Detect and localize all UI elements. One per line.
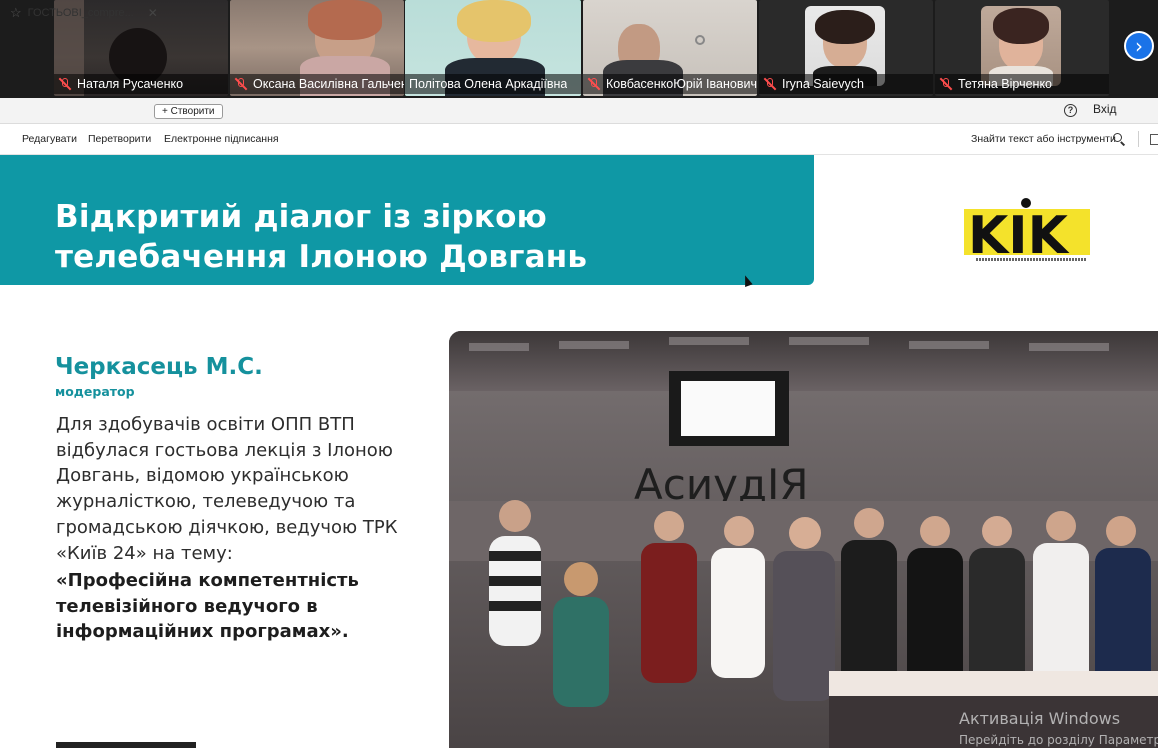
participant-name: Iryna Saievych: [782, 77, 864, 91]
toolbar-divider: [1138, 131, 1139, 147]
participant-name: КовбасенкоЮрій Іванович: [606, 77, 757, 91]
participant-name-bar: Тетяна Вірченко: [935, 74, 1109, 94]
author-role: модератор: [55, 384, 135, 399]
kik-logo: KIK: [964, 197, 1090, 267]
create-label: Створити: [170, 106, 215, 117]
close-icon[interactable]: ✕: [148, 6, 158, 20]
participant-name-bar: Оксана Василівна Гальченко: [230, 74, 404, 94]
participant-name: Тетяна Вірченко: [958, 77, 1053, 91]
page-title: Відкритий діалог із зіркою телебачення І…: [55, 197, 795, 277]
participant-tile-active[interactable]: Політова Олена Аркадіївна: [405, 0, 581, 96]
windows-activation-title: Активація Windows: [959, 709, 1121, 728]
find-tools-button[interactable]: Знайти текст або інструменти: [971, 133, 1116, 145]
video-strip: Наталя Русаченко Оксана Василівна Гальче…: [0, 0, 1158, 98]
participant-name: Оксана Василівна Гальченко: [253, 77, 404, 91]
participant-name-bar: Політова Олена Аркадіївна: [405, 74, 581, 94]
participant-tile[interactable]: Тетяна Вірченко: [935, 0, 1109, 96]
participant-name: Політова Олена Аркадіївна: [409, 77, 568, 91]
group-photo-image: АсиудІЯ: [449, 331, 1158, 748]
participant-name-bar: КовбасенкоЮрій Іванович: [583, 74, 757, 94]
menu-edit[interactable]: Редагувати: [22, 133, 77, 145]
star-icon[interactable]: ☆: [10, 5, 22, 21]
chevron-right-icon: ›: [1135, 34, 1143, 58]
mic-off-icon: [234, 77, 248, 91]
article-body: Для здобувачів освіти ОПП ВТП відбулася …: [56, 414, 398, 564]
author-name: Черкасець М.С.: [55, 354, 263, 380]
cut-off-text: [56, 740, 256, 748]
logo-subtitle: [976, 258, 1086, 261]
mic-off-icon: [587, 77, 601, 91]
create-button[interactable]: + Створити: [154, 104, 223, 119]
windows-activation-subtitle: Перейдіть до розділу Параметри: [959, 733, 1158, 747]
mic-off-icon: [939, 77, 953, 91]
group-photo: АсиудІЯ: [449, 331, 1158, 748]
mic-off-icon: [763, 77, 777, 91]
menu-esign[interactable]: Електронне підписання: [164, 133, 279, 145]
plus-icon: +: [162, 106, 171, 117]
lecture-topic: «Професійна компетентність телевізійного…: [56, 570, 359, 643]
title-line-2: телебачення Ілоною Довгань: [55, 239, 588, 275]
logo-mark: KIK: [964, 198, 1090, 266]
participant-name-bar: Наталя Русаченко: [54, 74, 228, 94]
signin-button[interactable]: Вхід: [1093, 102, 1117, 116]
participant-tile[interactable]: Iryna Saievych: [759, 0, 933, 96]
logo-text: KIK: [968, 206, 1070, 266]
participant-name-bar: Iryna Saievych: [759, 74, 933, 94]
participant-tile[interactable]: Оксана Василівна Гальченко: [230, 0, 404, 96]
panel-icon[interactable]: [1150, 134, 1158, 145]
menu-convert[interactable]: Перетворити: [88, 133, 151, 145]
title-line-1: Відкритий діалог із зіркою: [55, 199, 547, 235]
document-tab[interactable]: ☆ ГОСТЬОВІ_compre... ✕: [10, 3, 158, 23]
tab-title: ГОСТЬОВІ_compre...: [27, 7, 134, 19]
participant-name: Наталя Русаченко: [77, 77, 184, 91]
mic-off-icon: [58, 77, 72, 91]
participant-tile[interactable]: КовбасенкоЮрій Іванович: [583, 0, 757, 96]
next-participants-button[interactable]: ›: [1124, 31, 1154, 61]
search-icon[interactable]: [1113, 133, 1126, 146]
help-icon[interactable]: ?: [1064, 104, 1077, 117]
